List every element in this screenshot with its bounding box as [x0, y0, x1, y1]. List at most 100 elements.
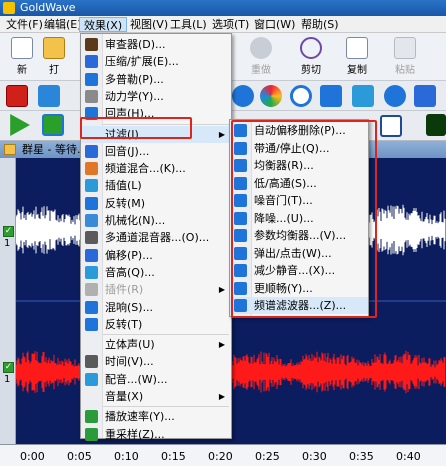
- new-button[interactable]: 新: [8, 37, 36, 76]
- filter-submenu-item[interactable]: 自动偏移删除(P)...: [230, 122, 368, 139]
- effects-menu-item[interactable]: 反转(M): [81, 195, 231, 212]
- filter-submenu-item[interactable]: 带通/停止(Q)...: [230, 140, 368, 157]
- filter-submenu-item-label: 频谱滤波器...(Z)...: [254, 299, 347, 312]
- effects-menu-item-label: 压缩/扩展(E)...: [105, 55, 179, 69]
- interpolate-icon: [85, 179, 98, 193]
- effects-menu-item[interactable]: 播放速率(Y)...: [81, 408, 231, 425]
- sliders-button[interactable]: [414, 85, 436, 109]
- effects-menu-item-label: 回声(H)...: [105, 107, 155, 121]
- effects-menu-item[interactable]: 多通道混音器...(O)...: [81, 229, 231, 246]
- play-button[interactable]: [8, 114, 30, 138]
- redo-button[interactable]: 重做: [244, 37, 278, 76]
- effects-menu-item[interactable]: 反转(T): [81, 316, 231, 333]
- filter-submenu-item-label: 自动偏移删除(P)...: [254, 124, 346, 137]
- open-button[interactable]: 打: [40, 37, 68, 76]
- ruler-tick: 0:15: [161, 450, 186, 463]
- filter-submenu-item[interactable]: 减少静音...(X)...: [230, 262, 368, 279]
- effects-menu-item[interactable]: 多普勒(P)...: [81, 71, 231, 88]
- filter-submenu-item[interactable]: 参数均衡器...(V)...: [230, 227, 368, 244]
- play-selection-button[interactable]: [42, 114, 64, 138]
- ruler-tick: 0:40: [396, 450, 421, 463]
- filter-submenu-item[interactable]: 更顺畅(Y)...: [230, 280, 368, 297]
- effects-menu-item[interactable]: 过滤(I) ▶: [81, 125, 231, 143]
- reverse-icon: [85, 317, 98, 331]
- ruler-tick: 0:00: [20, 450, 45, 463]
- effects-menu-item[interactable]: 频道混合...(K)...: [81, 160, 231, 177]
- gear-icon: [232, 85, 254, 107]
- filter-submenu-item-label: 参数均衡器...(V)...: [254, 229, 347, 242]
- effects-menu: 审查器(D)... 压缩/扩展(E)... 多普勒(P)... 动力学(Y)... 回声…: [80, 33, 232, 441]
- effects-menu-item-label: 插件(R): [105, 283, 144, 297]
- resample-icon: [85, 427, 98, 441]
- gear-effect-button[interactable]: [232, 85, 254, 109]
- effects-menu-item[interactable]: 审查器(D)...: [81, 36, 231, 53]
- effects-menu-item[interactable]: 时间(V)...: [81, 353, 231, 370]
- ruler-tick: 0:35: [349, 450, 374, 463]
- copy-button[interactable]: 复制: [340, 37, 374, 76]
- redo-icon: [250, 37, 272, 59]
- bottom-channel-checkbox[interactable]: ✓: [3, 362, 14, 373]
- effects-menu-item[interactable]: 音高(Q)...: [81, 264, 231, 281]
- menu-bar: 文件(F) 编辑(E) 效果(X) 视图(V) 工具(L) 选项(T) 窗口(W…: [0, 16, 446, 33]
- channel-strip: ✓ 1 ✓ 1: [0, 158, 16, 444]
- effects-menu-item[interactable]: 回音(J)...: [81, 143, 231, 160]
- filter-submenu-item[interactable]: 噪音门(T)...: [230, 192, 368, 209]
- effects-menu-item[interactable]: 动力学(Y)...: [81, 88, 231, 105]
- filter-submenu-item[interactable]: 降噪...(U)...: [230, 210, 368, 227]
- left-arrow-icon: [352, 85, 374, 107]
- effects-menu-item: 插件(R) ▶: [81, 281, 231, 298]
- plugin-icon: [85, 283, 98, 297]
- menu-effects[interactable]: 效果(X): [79, 17, 128, 32]
- smoother-icon: [234, 281, 247, 295]
- effects-menu-item[interactable]: 压缩/扩展(E)...: [81, 53, 231, 70]
- multichannel-mixer-icon: [85, 231, 98, 245]
- goldwave-app-icon: [3, 2, 15, 14]
- voiceover-icon: [85, 372, 98, 386]
- ruler-tick: 0:05: [67, 450, 92, 463]
- menu-options[interactable]: 选项(T): [208, 17, 253, 32]
- filter-submenu-item-label: 更顺畅(Y)...: [254, 281, 313, 295]
- effects-menu-item[interactable]: 回声(H)...: [81, 105, 231, 122]
- vertical-arrows-button[interactable]: [384, 85, 406, 109]
- ruler-tick: 0:25: [255, 450, 280, 463]
- effects-menu-item-label: 时间(V)...: [105, 355, 154, 369]
- forward-arrow-button[interactable]: [320, 85, 342, 109]
- right-arrow-icon: [320, 85, 342, 107]
- filter-submenu-item[interactable]: 低/高通(S)...: [230, 175, 368, 192]
- noise-reduction-icon: [234, 211, 247, 225]
- filter-submenu-item[interactable]: 频谱滤波器...(Z)...: [230, 297, 368, 314]
- menu-window[interactable]: 窗口(W): [250, 17, 299, 32]
- inspector-icon: [85, 38, 98, 51]
- effects-menu-item[interactable]: 偏移(P)...: [81, 247, 231, 264]
- top-channel-checkbox[interactable]: ✓: [3, 226, 14, 237]
- effects-menu-item[interactable]: 重采样(Z)...: [81, 426, 231, 443]
- effects-menu-item[interactable]: 立体声(U) ▶: [81, 336, 231, 353]
- menu-help[interactable]: 帮助(S): [297, 17, 343, 32]
- cut-button[interactable]: 剪切: [294, 37, 328, 76]
- echo-icon: [85, 107, 98, 121]
- view-toggle-button[interactable]: [380, 115, 402, 139]
- filter-submenu-item[interactable]: 均衡器(R)...: [230, 157, 368, 174]
- target-icon: [290, 85, 312, 107]
- ruler-tick: 0:30: [302, 450, 327, 463]
- effects-menu-item[interactable]: 配音...(W)...: [81, 371, 231, 388]
- swap-channels-button[interactable]: [38, 85, 60, 109]
- lowhigh-pass-icon: [234, 176, 247, 190]
- window-title: GoldWave: [20, 1, 76, 14]
- effects-menu-item[interactable]: 机械化(N)...: [81, 212, 231, 229]
- stop-record-button[interactable]: [6, 85, 28, 109]
- effects-menu-item[interactable]: 插值(L): [81, 177, 231, 194]
- submenu-arrow-icon: ▶: [218, 340, 225, 350]
- target-button[interactable]: [290, 85, 312, 109]
- scissors-icon: [300, 37, 322, 59]
- back-arrow-button[interactable]: [352, 85, 374, 109]
- filter-submenu-item[interactable]: 弹出/点击(W)...: [230, 245, 368, 262]
- ruler-tick: 0:10: [114, 450, 139, 463]
- copy-icon: [346, 37, 368, 59]
- effects-menu-item[interactable]: 音量(X) ▶: [81, 388, 231, 405]
- effects-menu-item[interactable]: 混响(S)...: [81, 299, 231, 316]
- paste-button[interactable]: 粘贴: [388, 37, 422, 76]
- color-wheel-button[interactable]: [260, 85, 282, 109]
- menu-tools[interactable]: 工具(L): [166, 17, 211, 32]
- play-selection-icon: [42, 114, 64, 136]
